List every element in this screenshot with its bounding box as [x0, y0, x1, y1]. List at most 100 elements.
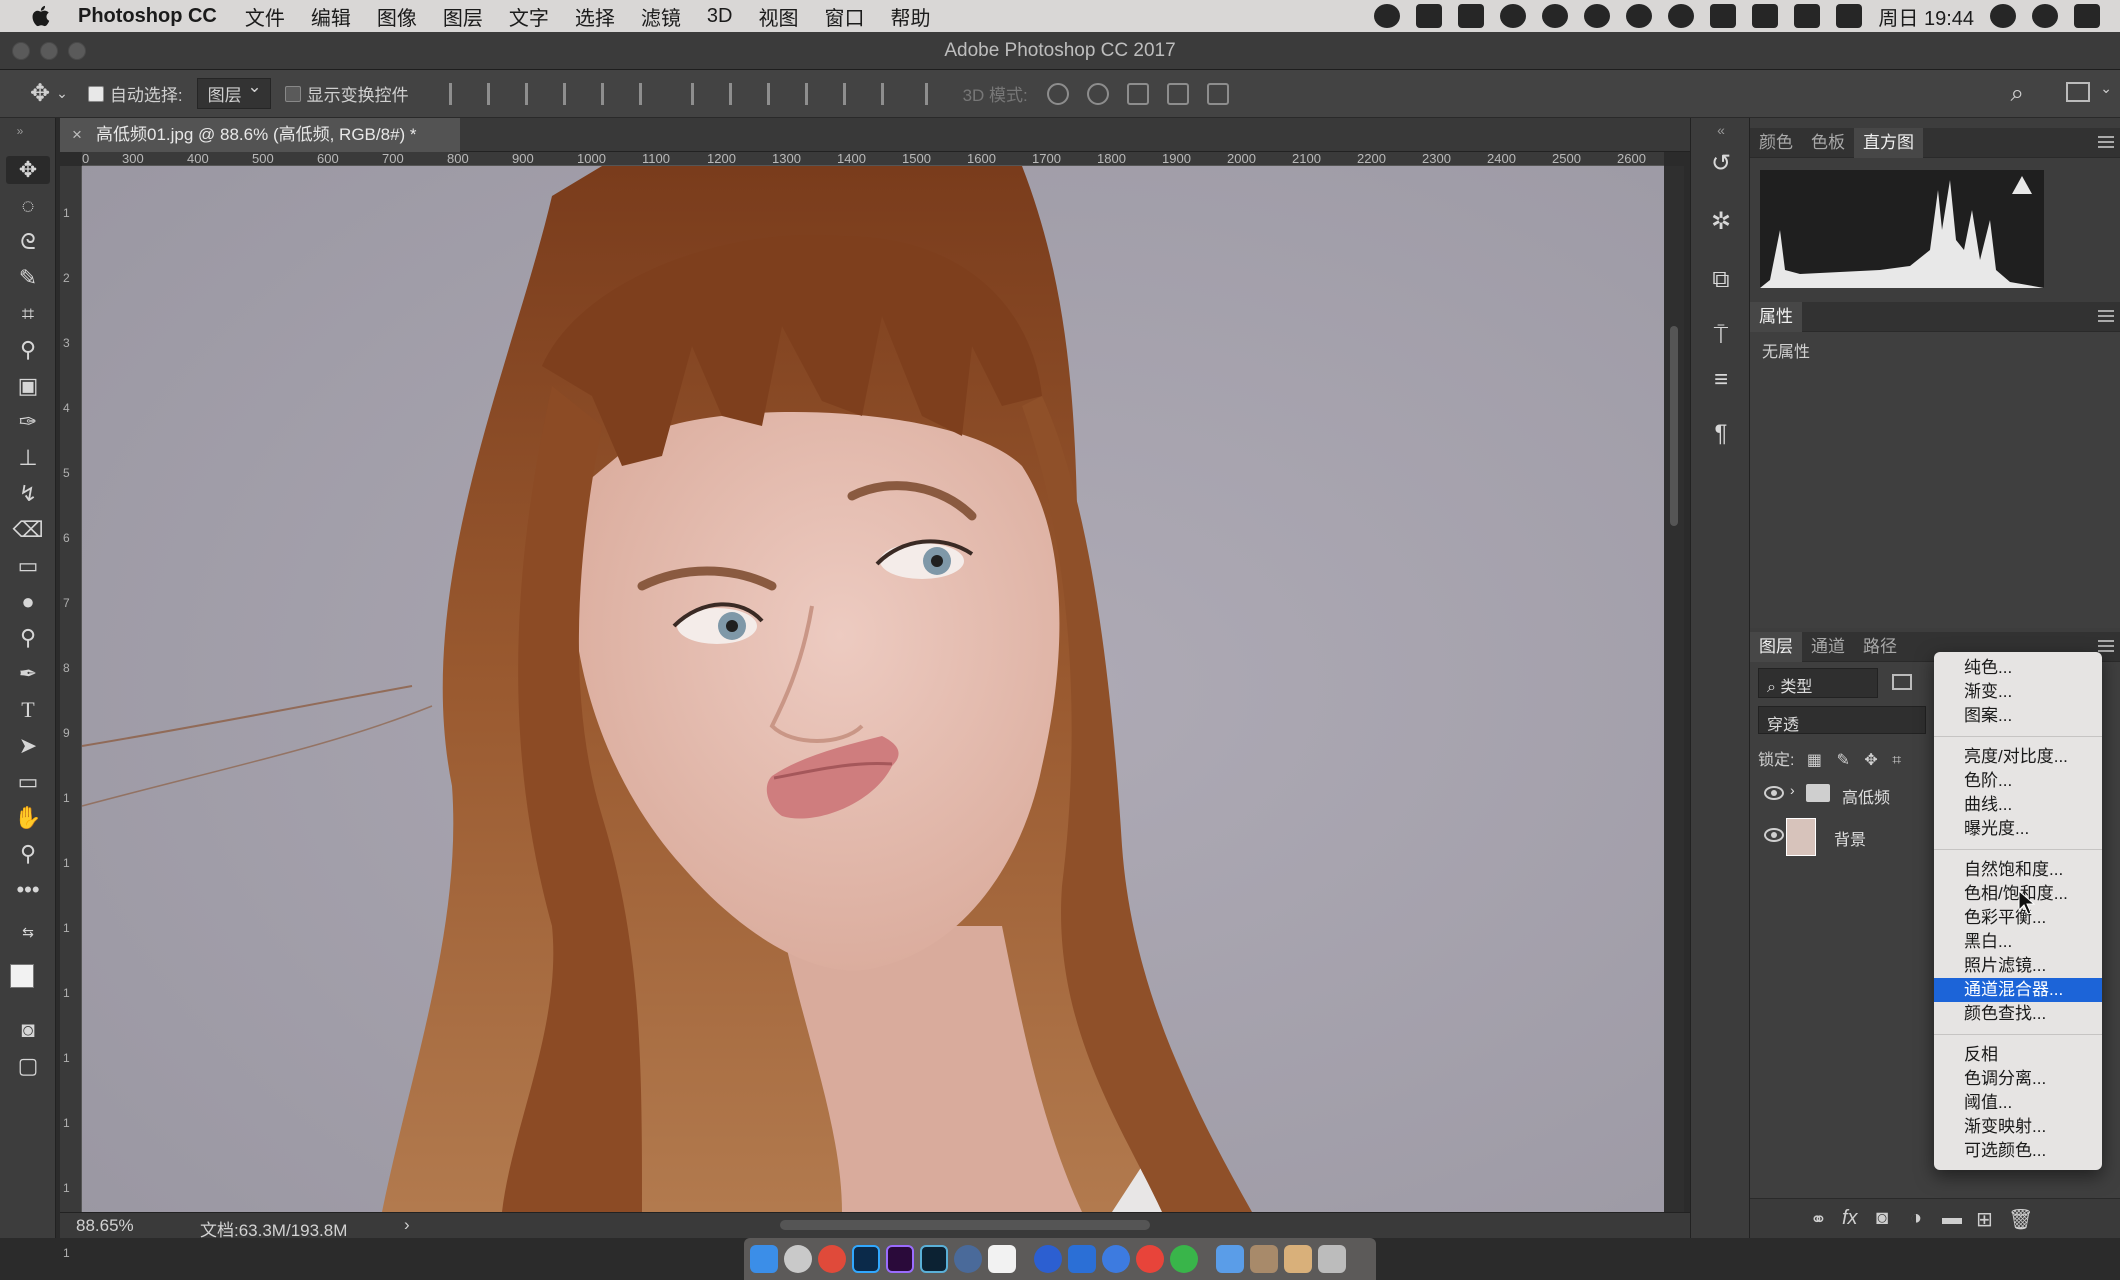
close-tab-icon[interactable]: ×	[72, 118, 82, 152]
pen-tool-icon[interactable]: ✒	[14, 660, 42, 688]
distribute-bottom-icon[interactable]	[766, 82, 785, 105]
lasso-tool-icon[interactable]: ᘓ	[14, 228, 42, 256]
menu-item-vibrance[interactable]: 自然饱和度...	[1934, 858, 2102, 882]
menu-item-curves[interactable]: 曲线...	[1934, 793, 2102, 817]
eyedropper-tool-icon[interactable]: ⚲	[14, 336, 42, 364]
menu-item-black-white[interactable]: 黑白...	[1934, 930, 2102, 954]
menu-item-invert[interactable]: 反相	[1934, 1043, 2102, 1067]
layer-name[interactable]: 高低频	[1842, 784, 1890, 808]
wifi-icon[interactable]	[1710, 4, 1737, 28]
app-name-menu[interactable]: Photoshop CC	[78, 5, 217, 28]
path-select-tool-icon[interactable]: ➤	[14, 732, 42, 760]
brush-presets-panel-icon[interactable]: ⍑	[1705, 320, 1737, 352]
menu-item-channel-mixer[interactable]: 通道混合器...	[1934, 978, 2102, 1002]
menu-select[interactable]: 选择	[575, 2, 615, 31]
trash-dock-icon[interactable]	[1318, 1245, 1346, 1273]
workspace-dropdown-icon[interactable]: ⌄	[2100, 80, 2112, 97]
vertical-scrollbar[interactable]	[1664, 166, 1684, 1212]
volume-icon[interactable]	[1752, 4, 1779, 28]
crop-tool-icon[interactable]: ⌗	[14, 300, 42, 328]
distribute-hcenter-icon[interactable]	[842, 82, 861, 105]
document-image[interactable]	[82, 166, 1664, 1212]
distribute-vcenter-icon[interactable]	[728, 82, 747, 105]
3d-scale-icon[interactable]	[1206, 82, 1229, 105]
filter-image-icon[interactable]	[1892, 674, 1912, 690]
fx-icon[interactable]: fx	[1842, 1207, 1858, 1230]
menu-item-threshold[interactable]: 阈值...	[1934, 1091, 2102, 1115]
wechat-tray-icon[interactable]	[1626, 4, 1653, 28]
blend-mode-dropdown[interactable]: 穿透	[1758, 706, 1926, 734]
preset-dropdown-icon[interactable]: ⌄	[56, 85, 68, 102]
record-icon[interactable]	[1374, 4, 1401, 28]
creative-cloud-icon[interactable]	[1500, 4, 1527, 28]
baidu-netdisk-icon[interactable]	[1102, 1245, 1130, 1273]
quick-mask-icon[interactable]: ◙	[14, 1016, 42, 1044]
menu-item-photo-filter[interactable]: 照片滤镜...	[1934, 954, 2102, 978]
layer-name[interactable]: 背景	[1834, 826, 1866, 850]
align-top-icon[interactable]	[448, 82, 467, 105]
screen-mode-icon[interactable]: ▢	[14, 1052, 42, 1080]
distribute-left-icon[interactable]	[804, 82, 823, 105]
mask-icon[interactable]: ◙	[1876, 1207, 1888, 1230]
3d-pan-icon[interactable]	[1126, 82, 1149, 105]
3d-rotate-icon[interactable]	[1046, 82, 1069, 105]
hand-tool-icon[interactable]: ✋	[14, 804, 42, 832]
menu-file[interactable]: 文件	[245, 2, 285, 31]
show-transform-checkbox[interactable]	[284, 85, 301, 102]
menu-item-pattern[interactable]: 图案...	[1934, 704, 2102, 728]
tab-swatches[interactable]: 色板	[1802, 128, 1854, 158]
lock-paint-icon[interactable]: ✎	[1836, 752, 1849, 769]
blur-tool-icon[interactable]: ●	[14, 588, 42, 616]
layer-row-group[interactable]: › 高低频	[1750, 776, 1950, 816]
menu-item-gradient-map[interactable]: 渐变映射...	[1934, 1115, 2102, 1139]
layer-row-background[interactable]: 背景	[1750, 818, 1950, 858]
notes-icon[interactable]	[988, 1245, 1016, 1273]
tab-color[interactable]: 颜色	[1750, 128, 1802, 158]
horizontal-scroll-thumb[interactable]	[780, 1220, 1150, 1230]
3d-slide-icon[interactable]	[1166, 82, 1189, 105]
premiere-icon[interactable]	[886, 1245, 914, 1273]
vertical-scroll-thumb[interactable]	[1670, 326, 1678, 526]
menu-image[interactable]: 图像	[377, 2, 417, 31]
tab-layers[interactable]: 图层	[1750, 632, 1802, 662]
adjustment-icon[interactable]: ◑	[1910, 1207, 1922, 1230]
adjustments-panel-icon[interactable]: ✲	[1705, 206, 1737, 238]
collapse-toolbar-icon[interactable]: »	[6, 117, 34, 145]
grammarly-dock-icon[interactable]	[1136, 1245, 1164, 1273]
swap-colors-icon[interactable]: ⇆	[14, 918, 42, 946]
zoom-tool-icon[interactable]: ⚲	[14, 840, 42, 868]
menu-item-selective-color[interactable]: 可选颜色...	[1934, 1139, 2102, 1163]
healing-brush-tool-icon[interactable]: ▣	[14, 372, 42, 400]
lock-artboard-icon[interactable]: ⌗	[1892, 752, 1901, 769]
grammarly-icon[interactable]	[1542, 4, 1569, 28]
menu-window[interactable]: 窗口	[824, 2, 864, 31]
zoom-level[interactable]: 88.65%	[76, 1216, 134, 1236]
menu-item-solid-color[interactable]: 纯色...	[1934, 656, 2102, 680]
launchpad-icon[interactable]	[784, 1245, 812, 1273]
auto-select-dropdown[interactable]: 图层	[196, 77, 271, 109]
clone-stamp-tool-icon[interactable]: ⊥	[14, 444, 42, 472]
menu-item-posterize[interactable]: 色调分离...	[1934, 1067, 2102, 1091]
browser-icon[interactable]	[954, 1245, 982, 1273]
menu-item-exposure[interactable]: 曝光度...	[1934, 817, 2102, 841]
rectangle-tool-icon[interactable]: ▭	[14, 768, 42, 796]
gradient-tool-icon[interactable]: ▭	[14, 552, 42, 580]
menu-item-gradient[interactable]: 渐变...	[1934, 680, 2102, 704]
siri-icon[interactable]	[2032, 4, 2058, 28]
tab-properties[interactable]: 属性	[1750, 302, 1802, 332]
distribute-right-icon[interactable]	[880, 82, 899, 105]
properties-panel-menu-icon[interactable]	[2098, 310, 2114, 322]
menu-edit[interactable]: 编辑	[311, 2, 351, 31]
menu-type[interactable]: 文字	[509, 2, 549, 31]
foreground-color-swatch[interactable]	[10, 964, 34, 988]
new-layer-icon[interactable]: ⊞	[1976, 1207, 1993, 1232]
collapse-panels-icon[interactable]: «	[1705, 114, 1737, 146]
new-group-folder-icon[interactable]: ▬	[1942, 1207, 1962, 1230]
paragraph-panel-icon[interactable]: ¶	[1705, 418, 1737, 450]
3d-roll-icon[interactable]	[1086, 82, 1109, 105]
trash-icon[interactable]: 🗑	[2008, 1207, 2033, 1232]
menu-3d[interactable]: 3D	[707, 5, 733, 28]
menu-layer[interactable]: 图层	[443, 2, 483, 31]
menu-item-brightness-contrast[interactable]: 亮度/对比度...	[1934, 745, 2102, 769]
marquee-tool-icon[interactable]: ◌	[14, 192, 42, 220]
